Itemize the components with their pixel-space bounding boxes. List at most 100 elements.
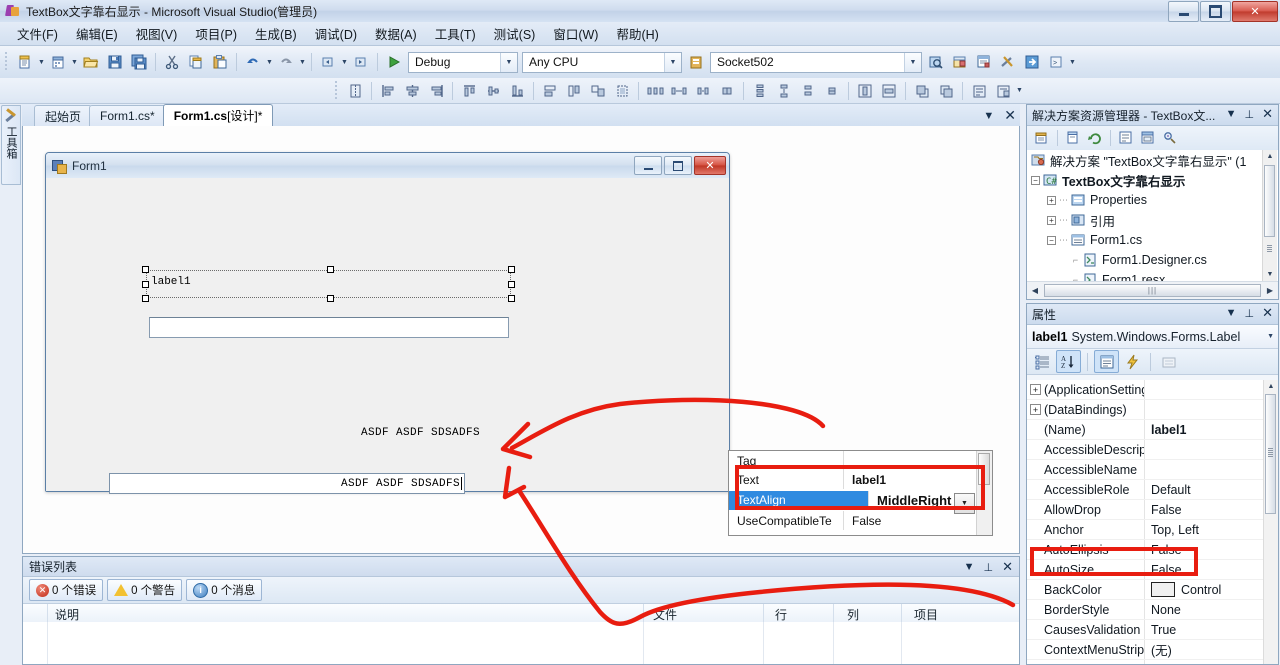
property-value-contextmenustrip[interactable]: (无)	[1145, 640, 1278, 659]
tree-node-form1-designer-cs[interactable]: ⌐ Form1.Designer.cs	[1027, 250, 1278, 270]
make-same-size-icon[interactable]	[587, 80, 609, 101]
align-bottoms-icon[interactable]	[506, 80, 528, 101]
tree-node-solution[interactable]: 解决方案 "TextBox文字靠右显示" (1	[1027, 150, 1278, 170]
solution-explorer-vertical-scrollbar[interactable]: ▲ ▼	[1262, 150, 1277, 281]
property-value-databindings[interactable]	[1145, 400, 1278, 419]
chevron-down-icon-2[interactable]: ▼	[664, 52, 681, 72]
new-project-dropdown-icon[interactable]: ▼	[37, 51, 46, 73]
property-row-anchor[interactable]: Anchor Top, Left	[1027, 520, 1278, 540]
align-rights-icon[interactable]	[425, 80, 447, 101]
property-value-accessiblerole[interactable]: Default	[1145, 480, 1278, 499]
resize-handle-w[interactable]	[142, 281, 149, 288]
tree-node-properties[interactable]: + ⋯ Properties	[1027, 190, 1278, 210]
floating-property-grid-popup[interactable]: Tag Text label1 TextAlign MiddleRight Us…	[728, 450, 993, 536]
resize-handle-n[interactable]	[327, 266, 334, 273]
popup-vertical-scrollbar[interactable]	[976, 451, 992, 535]
class-view-icon[interactable]	[1160, 128, 1180, 148]
new-project-icon[interactable]	[14, 51, 36, 73]
textalign-dropdown-button[interactable]: ▼	[954, 493, 975, 514]
property-description-toggle-icon[interactable]	[1157, 351, 1180, 372]
vertical-spacing-make-equal-icon[interactable]	[749, 80, 771, 101]
resize-handle-ne[interactable]	[508, 266, 515, 273]
properties-page-icon[interactable]	[1032, 128, 1052, 148]
find-in-files-icon[interactable]	[925, 51, 947, 73]
open-file-icon[interactable]	[80, 51, 102, 73]
collapse-expander-project[interactable]: −	[1031, 175, 1040, 185]
property-row-databindings[interactable]: + (DataBindings)	[1027, 400, 1278, 420]
chevron-down-icon[interactable]: ▼	[500, 52, 517, 72]
resize-handle-s[interactable]	[327, 295, 334, 302]
menu-test[interactable]: 测试(S)	[485, 21, 545, 46]
property-value-causesvalidation[interactable]: True	[1145, 620, 1278, 639]
solution-tree[interactable]: 解决方案 "TextBox文字靠右显示" (1 − C# TextBox文字靠右…	[1027, 150, 1278, 281]
view-code-icon[interactable]	[1116, 128, 1136, 148]
solution-platform-dropdown[interactable]: Any CPU ▼	[522, 51, 682, 73]
navigate-dropdown-icon[interactable]: ▼	[340, 51, 349, 73]
property-row-name[interactable]: (Name) label1	[1027, 420, 1278, 440]
startup-project-dropdown[interactable]: Socket502 ▼	[710, 51, 922, 73]
resize-handle-e[interactable]	[508, 281, 515, 288]
label1-control-selected[interactable]: label1	[142, 266, 515, 302]
horizontal-spacing-remove-icon[interactable]	[716, 80, 738, 101]
designed-form-body[interactable]: label1 ASDF ASDF SDSADFS ASDF ASDF SDSAD…	[46, 178, 729, 494]
column-project[interactable]: 项目	[914, 606, 938, 623]
properties-pin-icon[interactable]: ⊥	[1245, 307, 1255, 320]
property-row-borderstyle[interactable]: BorderStyle None	[1027, 600, 1278, 620]
properties-object-dropdown-icon[interactable]: ▼	[1267, 333, 1274, 340]
solution-explorer-hscroll-thumb[interactable]: |||	[1044, 284, 1261, 297]
make-same-width-icon[interactable]	[539, 80, 561, 101]
align-lefts-icon[interactable]	[377, 80, 399, 101]
alphabetical-sort-icon[interactable]: AZ	[1056, 350, 1081, 373]
start-debugging-icon[interactable]	[383, 51, 405, 73]
menu-debug[interactable]: 调试(D)	[306, 21, 366, 46]
navigate-forward-icon[interactable]	[350, 51, 372, 73]
events-lightning-icon[interactable]	[1121, 351, 1144, 372]
vertical-spacing-decrease-icon[interactable]	[797, 80, 819, 101]
solution-explorer-dropdown-icon[interactable]: ▼	[1226, 108, 1237, 120]
column-file[interactable]: 文件	[653, 606, 677, 623]
property-value-accessiblename[interactable]	[1145, 460, 1278, 479]
property-value-anchor[interactable]: Top, Left	[1145, 520, 1278, 539]
tree-node-project[interactable]: − C# TextBox文字靠右显示	[1027, 170, 1278, 190]
minimize-button[interactable]	[1168, 1, 1199, 22]
horizontal-spacing-decrease-icon[interactable]	[692, 80, 714, 101]
popup-row-usecompatible[interactable]: UseCompatibleTe False	[729, 511, 992, 530]
cut-icon[interactable]	[161, 51, 183, 73]
scroll-right-icon[interactable]: ▶	[1262, 286, 1278, 295]
solution-explorer-pin-icon[interactable]: ⊥	[1245, 108, 1255, 121]
copy-icon[interactable]	[185, 51, 207, 73]
align-tops-icon[interactable]	[458, 80, 480, 101]
col-sep-3[interactable]	[833, 604, 834, 624]
chevron-down-icon-3[interactable]: ▼	[904, 52, 921, 72]
scroll-up-icon[interactable]: ▲	[1263, 150, 1277, 163]
col-sep-1[interactable]	[643, 604, 644, 624]
add-item-dropdown-icon[interactable]: ▼	[70, 51, 79, 73]
column-description[interactable]: 说明	[55, 606, 79, 623]
bring-to-front-icon[interactable]	[911, 80, 933, 101]
popup-scroll-thumb[interactable]	[978, 453, 990, 485]
add-item-icon[interactable]	[47, 51, 69, 73]
toolbox-toggle-icon[interactable]	[949, 51, 971, 73]
column-column[interactable]: 列	[847, 606, 859, 623]
vertical-spacing-increase-icon[interactable]	[773, 80, 795, 101]
textbox2-control[interactable]: ASDF ASDF SDSADFS	[109, 473, 465, 494]
error-list-dropdown-icon[interactable]: ▼	[964, 561, 975, 573]
popup-row-tag-value[interactable]	[844, 451, 992, 470]
expander-applicationsettings[interactable]: +	[1030, 384, 1041, 395]
align-to-grid-icon[interactable]	[344, 80, 366, 101]
navigate-backward-icon[interactable]	[317, 51, 339, 73]
property-grid[interactable]: + (ApplicationSetting + (DataBindings) (…	[1027, 380, 1278, 664]
filter-messages-button[interactable]: i 0 个消息	[186, 579, 263, 601]
form-minimize-button[interactable]	[634, 156, 662, 175]
refresh-icon[interactable]	[1085, 128, 1105, 148]
property-grid-vertical-scrollbar[interactable]: ▲	[1263, 380, 1278, 664]
scroll-left-icon[interactable]: ◀	[1027, 286, 1043, 295]
menu-help[interactable]: 帮助(H)	[607, 21, 667, 46]
filter-errors-button[interactable]: ✕ 0 个错误	[29, 579, 104, 601]
command-window-icon[interactable]: >	[1045, 51, 1067, 73]
solution-configuration-dropdown[interactable]: Debug ▼	[408, 51, 518, 73]
col-sep-2[interactable]	[763, 604, 764, 624]
horizontal-spacing-increase-icon[interactable]	[668, 80, 690, 101]
property-row-allowdrop[interactable]: AllowDrop False	[1027, 500, 1278, 520]
center-horizontally-icon[interactable]	[854, 80, 876, 101]
